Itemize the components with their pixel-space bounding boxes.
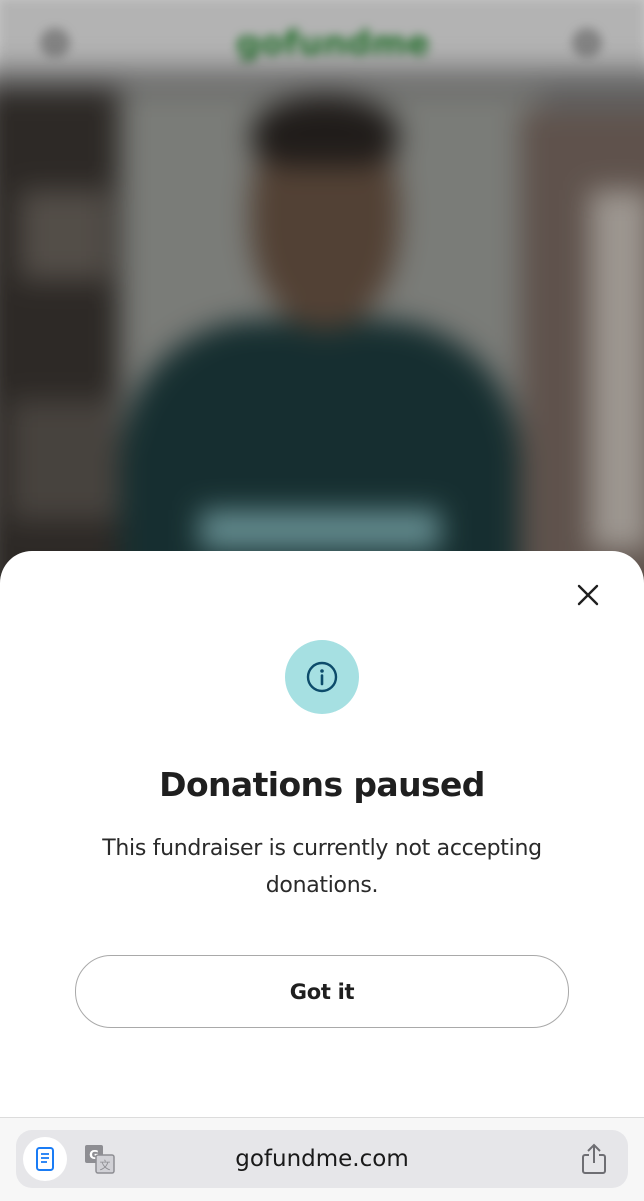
got-it-button[interactable]: Got it <box>75 955 569 1028</box>
modal-title: Donations paused <box>159 765 485 804</box>
modal-backdrop[interactable] <box>0 0 644 600</box>
browser-toolbar: gofundme.com G 文 <box>0 1117 644 1201</box>
close-button[interactable] <box>570 577 606 613</box>
address-bar[interactable]: gofundme.com G 文 <box>16 1130 628 1188</box>
svg-text:文: 文 <box>100 1158 111 1172</box>
reader-mode-icon <box>36 1147 54 1171</box>
background-page: gofundme <box>0 0 644 600</box>
close-icon <box>577 584 599 606</box>
translate-icon: G 文 <box>85 1145 115 1174</box>
reader-mode-button[interactable] <box>23 1137 67 1181</box>
info-badge <box>285 640 359 714</box>
info-icon <box>306 661 338 693</box>
share-icon <box>582 1143 606 1174</box>
share-button[interactable] <box>576 1141 612 1177</box>
modal-message: This fundraiser is currently not accepti… <box>102 836 542 898</box>
translate-button[interactable]: G 文 <box>83 1142 117 1176</box>
